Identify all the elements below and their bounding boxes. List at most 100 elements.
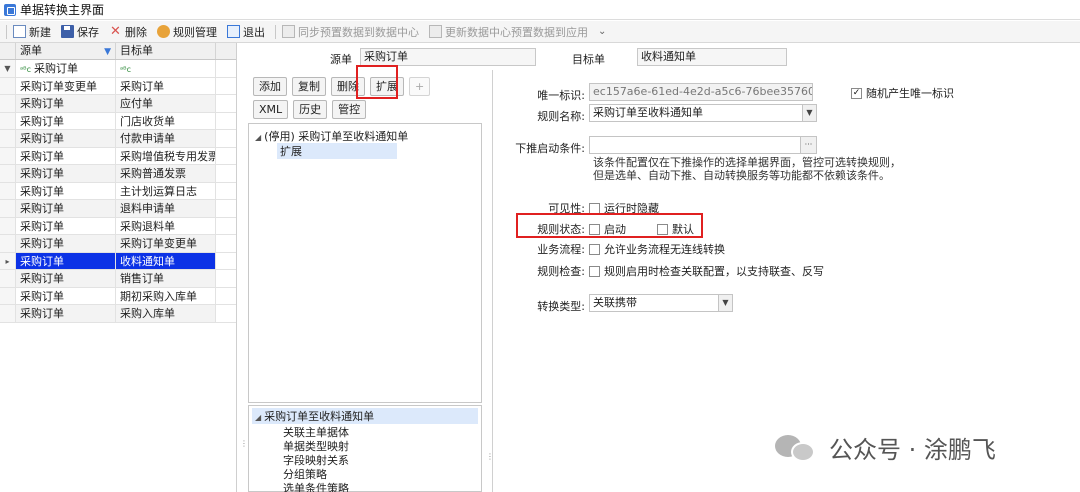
table-row[interactable]: 采购订单 采购退料单: [0, 217, 236, 235]
rule-form: 唯一标识: ec157a6e-61ed-4e2d-a5c6-76bee35760…: [492, 70, 1080, 492]
source-cell[interactable]: 采购订单: [16, 112, 116, 129]
row-indicator: [0, 287, 16, 304]
source-cell[interactable]: 采购订单变更单: [16, 77, 116, 94]
target-cell[interactable]: 期初采购入库单: [116, 287, 216, 304]
target-cell[interactable]: 采购订单变更单: [116, 235, 216, 252]
chevron-down-icon[interactable]: ▼: [802, 105, 816, 121]
rule-manage-icon: [157, 25, 170, 38]
source-cell[interactable]: 采购订单: [16, 217, 116, 234]
source-cell[interactable]: 采购订单: [16, 165, 116, 182]
target-field: 收料通知单: [637, 48, 787, 66]
tree-child-extend[interactable]: 扩展: [277, 143, 397, 159]
row-indicator: [0, 165, 16, 182]
convert-type-dropdown[interactable]: 关联携带 ▼: [589, 294, 733, 312]
push-condition-field[interactable]: ···: [589, 136, 817, 154]
control-button[interactable]: 管控: [332, 100, 367, 119]
target-cell[interactable]: 收料通知单: [116, 252, 216, 269]
history-button[interactable]: 历史: [293, 100, 328, 119]
target-cell[interactable]: 门店收货单: [116, 112, 216, 129]
target-cell[interactable]: 采购增值税专用发票: [116, 147, 216, 164]
source-cell[interactable]: 采购订单: [16, 287, 116, 304]
grid-header-source[interactable]: 源单 ▼: [16, 43, 116, 59]
grid-header-indicator: [0, 43, 16, 59]
table-row[interactable]: 采购订单 采购增值税专用发票: [0, 147, 236, 165]
toolbar-grip: [6, 24, 7, 39]
table-row[interactable]: 采购订单 门店收货单: [0, 112, 236, 130]
rule-check-checkbox[interactable]: 规则启用时检查关联配置，以支持联查、反写: [589, 263, 824, 279]
source-cell[interactable]: 采购订单: [16, 305, 116, 322]
source-label: 源单: [330, 53, 352, 66]
delete-button[interactable]: ✕ 删除: [109, 24, 147, 40]
row-indicator: [0, 112, 16, 129]
table-row[interactable]: 采购订单 采购入库单: [0, 305, 236, 323]
source-cell[interactable]: 采购订单: [16, 95, 116, 112]
source-cell[interactable]: 采购订单: [16, 147, 116, 164]
grid-filter-row[interactable]: ▼ ᵃᴮc 采购订单 ᵃᴮc: [0, 60, 236, 78]
chevron-down-icon[interactable]: ▼: [718, 295, 732, 311]
target-cell[interactable]: 主计划运算日志: [116, 182, 216, 199]
filter-cell-icon: ᵃᴮc: [120, 65, 131, 74]
push-condition-note-1: 该条件配置仅在下推操作的选择单据界面，管控可选转换规则，: [593, 156, 901, 169]
new-button[interactable]: 新建: [13, 24, 51, 40]
plus-button[interactable]: +: [409, 77, 431, 96]
table-row[interactable]: 采购订单 销售订单: [0, 270, 236, 288]
table-row[interactable]: 采购订单 应付单: [0, 95, 236, 113]
left-splitter[interactable]: ⋮: [240, 440, 248, 448]
source-cell[interactable]: 采购订单: [16, 252, 116, 269]
exit-button[interactable]: 退出: [227, 24, 265, 40]
convert-type-value: 关联携带: [593, 296, 637, 309]
table-row[interactable]: 采购订单 期初采购入库单: [0, 287, 236, 305]
target-cell[interactable]: 采购订单: [116, 77, 216, 94]
collapse-icon[interactable]: ◢: [255, 413, 261, 422]
table-row[interactable]: 采购订单变更单 采购订单: [0, 77, 236, 95]
target-cell[interactable]: 采购退料单: [116, 217, 216, 234]
table-row[interactable]: 采购订单 退料申请单: [0, 200, 236, 218]
filter-target-cell[interactable]: ᵃᴮc: [116, 60, 216, 77]
save-button[interactable]: 保存: [61, 24, 99, 40]
watermark-text: 公众号 · 涂鹏飞: [829, 436, 996, 464]
target-cell[interactable]: 销售订单: [116, 270, 216, 287]
filter-cell-icon: ᵃᴮc: [20, 65, 31, 74]
ellipsis-button[interactable]: ···: [800, 137, 816, 153]
tree-root[interactable]: ◢ (停用) 采购订单至收料通知单: [255, 128, 408, 144]
filter-source-cell[interactable]: ᵃᴮc 采购订单: [16, 60, 116, 77]
table-row[interactable]: 采购订单 采购订单变更单: [0, 235, 236, 253]
rule-check-label: 规则检查:: [537, 265, 585, 278]
source-cell[interactable]: 采购订单: [16, 235, 116, 252]
source-cell[interactable]: 采购订单: [16, 270, 116, 287]
grid-header-target[interactable]: 目标单: [116, 43, 216, 59]
copy-button[interactable]: 复制: [292, 77, 326, 96]
table-row[interactable]: ▸ 采购订单 收料通知单: [0, 252, 236, 270]
table-row[interactable]: 采购订单 主计划运算日志: [0, 182, 236, 200]
source-cell[interactable]: 采购订单: [16, 200, 116, 217]
row-indicator: [0, 77, 16, 94]
collapse-icon[interactable]: ◢: [255, 133, 261, 142]
target-cell[interactable]: 应付单: [116, 95, 216, 112]
table-row[interactable]: 采购订单 采购普通发票: [0, 165, 236, 183]
target-cell[interactable]: 付款申请单: [116, 130, 216, 147]
target-cell[interactable]: 采购普通发票: [116, 165, 216, 182]
xml-button[interactable]: XML: [253, 100, 289, 119]
config-tree-item[interactable]: 选单条件策略: [283, 480, 349, 492]
filter-icon[interactable]: ▼: [104, 44, 111, 60]
update-preset-button[interactable]: 更新数据中心预置数据到应用: [429, 24, 588, 40]
table-row[interactable]: 采购订单 付款申请单: [0, 130, 236, 148]
config-tree-root[interactable]: ◢ 采购订单至收料通知单: [252, 408, 478, 424]
business-flow-checkbox[interactable]: 允许业务流程无连线转换: [589, 241, 725, 257]
rule-manage-button[interactable]: 规则管理: [157, 24, 217, 40]
sync-preset-button[interactable]: 同步预置数据到数据中心: [282, 24, 419, 40]
random-uid-checkbox[interactable]: ✓ 随机产生唯一标识: [851, 85, 954, 101]
rule-name-dropdown[interactable]: 采购订单至收料通知单 ▼: [589, 104, 817, 122]
add-button[interactable]: 添加: [253, 77, 287, 96]
source-cell[interactable]: 采购订单: [16, 130, 116, 147]
rule-name-value: 采购订单至收料通知单: [593, 106, 703, 119]
row-indicator: [0, 235, 16, 252]
target-cell[interactable]: 退料申请单: [116, 200, 216, 217]
business-flow-check-icon: [589, 243, 600, 255]
row-indicator: ▸: [0, 252, 16, 269]
tree-root-label: (停用) 采购订单至收料通知单: [264, 130, 409, 143]
source-cell[interactable]: 采购订单: [16, 182, 116, 199]
toolbar-more-chevron-icon[interactable]: ⌄: [598, 26, 606, 37]
sync-preset-label: 同步预置数据到数据中心: [298, 25, 419, 39]
target-cell[interactable]: 采购入库单: [116, 305, 216, 322]
